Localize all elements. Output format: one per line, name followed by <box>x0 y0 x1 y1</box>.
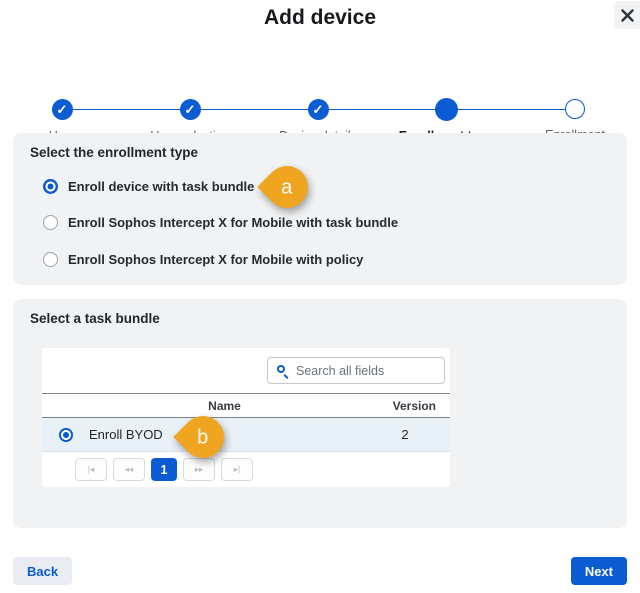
last-page-button[interactable]: ▸| <box>221 458 253 481</box>
add-device-dialog: Add device ✓ User ✓ User selection ✓ Dev… <box>0 0 640 593</box>
next-button[interactable]: Next <box>571 557 627 585</box>
close-icon <box>621 9 634 22</box>
radio-unselected-icon[interactable] <box>43 252 58 267</box>
option-intercept-x-policy[interactable]: Enroll Sophos Intercept X for Mobile wit… <box>43 252 363 267</box>
radio-unselected-icon[interactable] <box>43 215 58 230</box>
current-page-button[interactable]: 1 <box>151 458 177 481</box>
row-version-cell: 2 <box>360 427 450 442</box>
option-label: Enroll device with task bundle <box>68 179 254 194</box>
close-button[interactable] <box>614 1 640 29</box>
search-icon <box>277 365 285 373</box>
row-radio-selected-icon[interactable] <box>59 428 73 442</box>
task-bundle-heading: Select a task bundle <box>30 311 160 326</box>
callout-letter: b <box>197 427 208 447</box>
wizard-stepper: ✓ User ✓ User selection ✓ Device details… <box>0 48 640 104</box>
step-check-icon: ✓ <box>52 99 73 120</box>
radio-selected-icon[interactable] <box>43 179 58 194</box>
enrollment-type-heading: Select the enrollment type <box>30 145 198 160</box>
step-current-dot <box>435 98 458 121</box>
callout-letter: a <box>281 177 292 197</box>
next-page-button[interactable]: ▸▸ <box>183 458 215 481</box>
step-check-icon: ✓ <box>180 99 201 120</box>
page-title: Add device <box>0 6 640 30</box>
table-toolbar <box>42 348 450 393</box>
enrollment-type-panel: Select the enrollment type Enroll device… <box>13 133 627 285</box>
option-intercept-x-task-bundle[interactable]: Enroll Sophos Intercept X for Mobile wit… <box>43 215 398 230</box>
option-enroll-device-task-bundle[interactable]: Enroll device with task bundle <box>43 179 254 194</box>
task-bundle-table: Name Version Enroll BYOD 2 |◂ ◂◂ 1 ▸▸ ▸| <box>42 348 450 487</box>
option-label: Enroll Sophos Intercept X for Mobile wit… <box>68 252 363 267</box>
pagination: |◂ ◂◂ 1 ▸▸ ▸| <box>42 452 450 481</box>
header-name: Name <box>89 399 360 413</box>
back-button[interactable]: Back <box>13 557 72 585</box>
first-page-button[interactable]: |◂ <box>75 458 107 481</box>
option-label: Enroll Sophos Intercept X for Mobile wit… <box>68 215 398 230</box>
search-input[interactable] <box>296 358 441 383</box>
table-header-row: Name Version <box>42 393 450 418</box>
step-check-icon: ✓ <box>308 99 329 120</box>
callout-marker-a: a <box>266 166 308 208</box>
step-todo-circle <box>565 99 585 119</box>
previous-page-button[interactable]: ◂◂ <box>113 458 145 481</box>
callout-marker-b: b <box>182 416 224 458</box>
row-name-cell: Enroll BYOD <box>89 427 360 442</box>
header-version: Version <box>360 399 450 413</box>
search-field[interactable] <box>267 357 445 384</box>
table-row[interactable]: Enroll BYOD 2 <box>42 418 450 452</box>
task-bundle-panel: Select a task bundle Name Version Enroll… <box>13 299 627 528</box>
